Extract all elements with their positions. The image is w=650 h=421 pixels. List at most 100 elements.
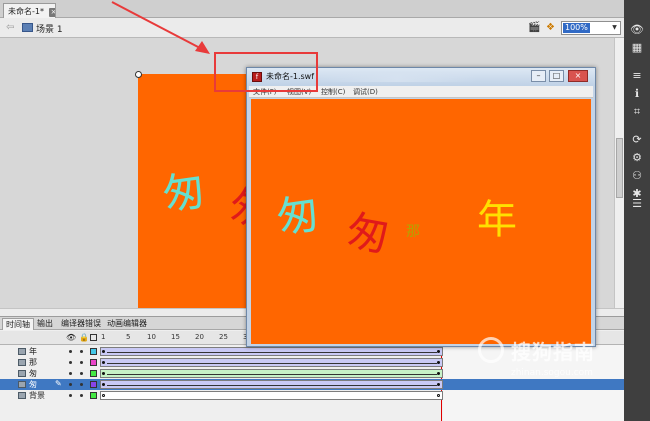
transform-icon[interactable]: ⌗ (628, 104, 646, 120)
align-icon[interactable]: ≡ (628, 68, 646, 84)
keyframe[interactable] (437, 361, 440, 364)
zoom-select[interactable]: 100% ▼ (561, 21, 621, 35)
layer-icon (18, 392, 26, 399)
layer-name[interactable]: 那 (29, 357, 37, 368)
tween-span[interactable] (100, 369, 443, 378)
keyframe[interactable] (102, 383, 105, 386)
swf-char-na: 那 (406, 224, 420, 240)
keyframe[interactable] (102, 350, 105, 353)
library-icon[interactable]: ▦ (628, 40, 646, 56)
components-icon[interactable]: ⚙ (628, 150, 646, 166)
tween-arrow (107, 352, 437, 353)
swf-preview-window[interactable]: f 未命名-1.swf – □ × 文件(F) 视图(V) 控制(C) 调试(D… (246, 67, 596, 347)
tab-motion-editor[interactable]: 动画编辑器 (104, 318, 150, 330)
edit-scene-icon[interactable]: 🎬 (528, 22, 540, 34)
tween-span[interactable] (100, 347, 443, 356)
layer-color-swatch[interactable] (90, 359, 97, 366)
visibility-dot[interactable] (69, 361, 72, 364)
visibility-dot[interactable] (69, 383, 72, 386)
scrollbar-thumb[interactable] (616, 138, 623, 198)
visibility-dot[interactable] (69, 394, 72, 397)
visibility-dot[interactable] (69, 372, 72, 375)
layer-color-swatch[interactable] (90, 370, 97, 377)
lock-dot[interactable] (80, 394, 83, 397)
maximize-button[interactable]: □ (549, 70, 564, 82)
motion-presets-icon[interactable]: 👁 (628, 22, 646, 38)
static-frames[interactable] (100, 391, 443, 400)
scene-label[interactable]: 场景 1 (36, 22, 63, 35)
actions-icon[interactable]: ⟳ (628, 132, 646, 148)
frame-number: 1 (101, 333, 106, 341)
zoom-value: 100% (563, 23, 590, 33)
visibility-dot[interactable] (69, 350, 72, 353)
tween-arrow (107, 363, 437, 364)
info-icon[interactable]: ℹ (628, 86, 646, 102)
close-icon[interactable]: × (49, 8, 55, 17)
document-tab-bar: 未命名-1* × (0, 0, 624, 18)
frame-number: 20 (195, 333, 204, 341)
keyframe[interactable] (102, 372, 105, 375)
document-tab[interactable]: 未命名-1* × (3, 3, 56, 18)
menu-control[interactable]: 控制(C) (321, 87, 345, 97)
keyframe[interactable] (437, 372, 440, 375)
layer-color-swatch[interactable] (90, 392, 97, 399)
lock-icon[interactable]: 🔒 (79, 333, 89, 342)
document-tab-title: 未命名-1* (8, 7, 44, 16)
code-snippets-icon[interactable]: ⚇ (628, 168, 646, 184)
vertical-scrollbar[interactable] (614, 38, 624, 308)
layer-color-swatch[interactable] (90, 348, 97, 355)
edit-symbol-icon[interactable]: ❖ (546, 22, 558, 34)
lock-dot[interactable] (80, 350, 83, 353)
swf-char-nian: 年 (477, 197, 517, 243)
keyframe[interactable] (437, 350, 440, 353)
frame-number: 25 (219, 333, 228, 341)
watermark: 搜狗指南 zhinan.sogou.com (478, 335, 618, 393)
keyframe[interactable] (102, 394, 105, 397)
swf-char-cong-cyan: 匆 (273, 188, 323, 243)
stage-char-cong-cyan[interactable]: 匆 (160, 165, 208, 219)
layer-name[interactable]: 年 (29, 346, 37, 357)
layer-name[interactable]: 匆 (29, 368, 37, 379)
tween-span[interactable] (100, 380, 443, 389)
lock-dot[interactable] (80, 372, 83, 375)
watermark-url: zhinan.sogou.com (511, 368, 593, 378)
lock-dot[interactable] (80, 361, 83, 364)
blurred-title-region (317, 72, 477, 82)
tween-arrow (107, 374, 437, 375)
tween-arrow (107, 385, 437, 386)
frame-number: 10 (147, 333, 156, 341)
keyframe[interactable] (437, 383, 440, 386)
keyframe[interactable] (102, 361, 105, 364)
lock-dot[interactable] (80, 383, 83, 386)
layer-icon (18, 359, 26, 366)
tab-timeline[interactable]: 时间轴 (2, 318, 34, 330)
layer-name[interactable]: 背景 (29, 390, 45, 401)
tween-span[interactable] (100, 358, 443, 367)
frame-number: 5 (126, 333, 131, 341)
tab-compiler-errors[interactable]: 编译器错误 (58, 318, 104, 330)
frame-number: 15 (171, 333, 180, 341)
edit-bar: ⇦ 场景 1 🎬 ❖ 100% ▼ (0, 18, 624, 38)
back-arrow-icon[interactable]: ⇦ (6, 22, 14, 33)
keyframe[interactable] (437, 394, 440, 397)
annotation-highlight-box (214, 52, 318, 92)
eye-icon[interactable]: 👁 (66, 333, 76, 342)
scene-icon (22, 23, 33, 32)
pencil-icon: ✎ (55, 379, 62, 388)
history-icon[interactable]: ☰ (628, 196, 646, 212)
menu-debug[interactable]: 调试(D) (353, 87, 378, 97)
watermark-logo-icon (478, 337, 504, 363)
tools-panel: 👁 ▦ ≡ ℹ ⌗ ⟳ ⚙ ⚇ ✱ ☰ (624, 0, 650, 421)
layer-color-swatch[interactable] (90, 381, 97, 388)
layer-icon (18, 381, 26, 388)
close-button[interactable]: × (568, 70, 588, 82)
outline-icon[interactable] (90, 334, 97, 341)
chevron-down-icon[interactable]: ▼ (610, 23, 619, 33)
minimize-button[interactable]: – (531, 70, 546, 82)
swf-char-cong-red: 匆 (343, 205, 394, 262)
swf-content[interactable]: 匆 匆 那 年 (251, 99, 591, 344)
transform-handle[interactable] (135, 71, 142, 78)
layer-name[interactable]: 匆 (29, 379, 37, 390)
layer-icon (18, 348, 26, 355)
tab-output[interactable]: 输出 (34, 318, 56, 330)
